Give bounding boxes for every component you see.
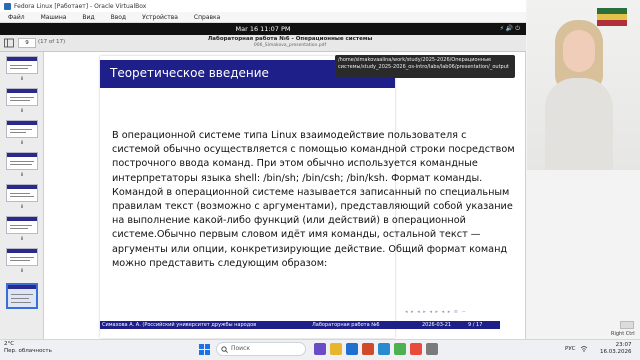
- page-thumbnail[interactable]: [6, 56, 38, 74]
- footer-author: Симахова А. А. (Российский университет д…: [102, 322, 257, 328]
- page-thumbnail[interactable]: [6, 152, 38, 170]
- edge-icon[interactable]: [346, 343, 358, 355]
- app-icon[interactable]: [410, 343, 422, 355]
- thumbnail-label: 8: [20, 140, 24, 145]
- input-language[interactable]: РУС: [565, 346, 576, 352]
- menu-devices[interactable]: Устройства: [142, 14, 178, 21]
- search-icon: [221, 346, 228, 353]
- windows-start-icon[interactable]: [199, 344, 210, 355]
- path-tooltip: /home/simakovaalina/work/study/2025-2026…: [335, 55, 515, 78]
- document-title: Лабораторная работа №6 - Операционные си…: [207, 36, 373, 42]
- weather-desc: Пер. облачность: [4, 348, 52, 354]
- menu-machine[interactable]: Машина: [41, 14, 67, 21]
- page-count: (17 of 17): [38, 39, 66, 45]
- footer-page: 9 / 17: [468, 322, 483, 328]
- flag-image: [597, 8, 627, 26]
- virtualbox-task-icon[interactable]: [378, 343, 390, 355]
- thumbnail-label: 8: [20, 236, 24, 241]
- menu-view[interactable]: Вид: [82, 14, 94, 21]
- gnome-clock[interactable]: Mar 16 11:07 PM: [236, 25, 291, 33]
- menu-input[interactable]: Ввод: [111, 14, 126, 21]
- footer-date: 2026-03-21: [422, 322, 452, 328]
- vbox-menubar: Файл Машина Вид Ввод Устройства Справка: [0, 12, 526, 23]
- footer-title: Лабораторная работа №6: [312, 322, 380, 328]
- slide-footer: Симахова А. А. (Российский университет д…: [100, 321, 500, 329]
- taskview-icon[interactable]: [314, 343, 326, 355]
- thumbnail-label: 8: [20, 172, 24, 177]
- slide-body-text: В операционной системе типа Linux взаимо…: [112, 130, 515, 269]
- beamer-navigation-icons[interactable]: ◂ ▸ ◂ ▸ ◂ ▸ ◂ ▸ ≡ ∽: [405, 309, 467, 315]
- desktop-background: [527, 170, 640, 339]
- clock-date: 16.03.2026: [600, 349, 632, 355]
- page-thumbnail[interactable]: [6, 184, 38, 202]
- gnome-top-bar: Mar 16 11:07 PM ⚡ 🔊 ⏻: [0, 23, 526, 35]
- presenter-face: [563, 30, 595, 72]
- gnome-system-tray-icon[interactable]: ⚡ 🔊 ⏻: [500, 25, 520, 33]
- page-thumbnail[interactable]: [6, 88, 38, 106]
- virtualbox-icon: [4, 2, 11, 10]
- system-clock[interactable]: 23:07 16.03.2026: [600, 342, 632, 356]
- slide-title: Теоретическое введение: [110, 66, 269, 80]
- clock-time: 23:07: [615, 342, 632, 348]
- vbox-titlebar: Fedora Linux [Работает] - Oracle Virtual…: [0, 0, 526, 12]
- weather-widget[interactable]: 2°C Пер. облачность: [4, 341, 52, 355]
- presenter-body: [545, 78, 613, 170]
- taskbar-search-input[interactable]: Поиск: [216, 342, 306, 356]
- thumbnail-label: 8: [20, 76, 24, 81]
- page-thumbnail-selected[interactable]: [6, 283, 38, 309]
- terminal-icon[interactable]: [426, 343, 438, 355]
- host-key-icon[interactable]: [620, 321, 634, 329]
- sidebar-toggle-icon[interactable]: [4, 38, 14, 48]
- thumbnail-label: 8: [20, 268, 24, 273]
- page-thumbnail[interactable]: [6, 120, 38, 138]
- menu-help[interactable]: Справка: [194, 14, 220, 21]
- page-thumbnail[interactable]: [6, 248, 38, 266]
- vbox-title-text: Fedora Linux [Работает] - Oracle Virtual…: [14, 2, 147, 10]
- explorer-icon[interactable]: [330, 343, 342, 355]
- wifi-icon[interactable]: [580, 345, 588, 353]
- office-icon[interactable]: [362, 343, 374, 355]
- chrome-icon[interactable]: [394, 343, 406, 355]
- page-thumbnail[interactable]: [6, 216, 38, 234]
- weather-temp: 2°C: [4, 341, 15, 347]
- thumbnail-label: 8: [20, 204, 24, 209]
- page-number-input[interactable]: 9: [18, 38, 36, 48]
- host-key-label: Right Ctrl: [611, 331, 635, 337]
- thumbnail-label: 8: [20, 108, 24, 113]
- menu-file[interactable]: Файл: [8, 14, 25, 21]
- document-filename: 006_Simakova_presentation.pdf: [253, 43, 327, 48]
